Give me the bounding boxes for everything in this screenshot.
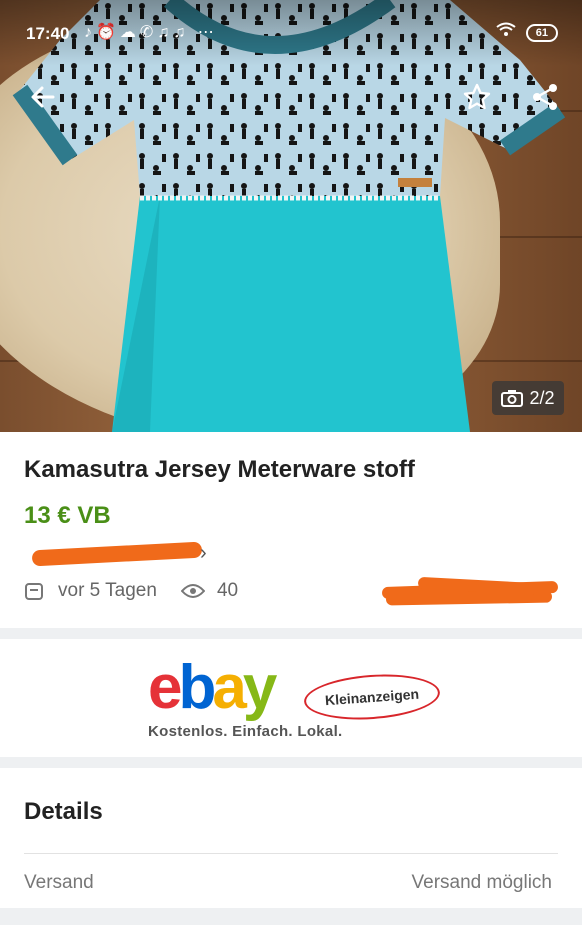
share-button[interactable] [528,80,562,114]
redaction-mark-id [381,576,559,606]
detail-value-shipping: Versand möglich [411,872,552,893]
battery-indicator: 61 [525,23,558,42]
divider [24,853,558,854]
ebay-logo: ebay [148,653,277,722]
notification-icons: ♪⏰☁✆♫♫ ⋯ [84,24,218,41]
wifi-icon [496,22,516,43]
status-time: 17:40 [26,24,70,43]
share-icon [533,84,557,110]
listing-price: 13 € VB [24,502,111,529]
kleinanzeigen-badge: Kleinanzeigen [302,670,442,724]
banner-tagline: Kostenlos. Einfach. Lokal. [148,723,343,740]
details-section: Details Versand Versand möglich [0,768,582,908]
image-counter-text: 2/2 [529,387,555,408]
details-heading: Details [24,798,103,825]
redaction-mark [31,541,203,567]
listing-meta: vor 5 Tagen 40 [24,578,238,604]
listing-title: Kamasutra Jersey Meterware stoff [24,456,415,483]
detail-label-shipping: Versand [24,872,94,893]
ebay-kleinanzeigen-banner[interactable]: ebay Kleinanzeigen Kostenlos. Einfach. L… [0,639,582,757]
favorite-button[interactable] [460,80,494,114]
listing-info-card: Kamasutra Jersey Meterware stoff 13 € VB… [0,432,582,628]
location-link[interactable]: › [26,540,226,567]
status-bar: 17:40 ♪⏰☁✆♫♫ ⋯ 61 [0,0,582,66]
image-counter: 2/2 [492,381,564,415]
arrow-left-icon [31,86,55,108]
view-count: 40 [216,580,239,601]
eye-icon [180,584,205,598]
chevron-right-icon: › [200,542,207,564]
back-button[interactable] [26,80,60,114]
calendar-icon [25,583,43,600]
camera-icon [501,390,524,407]
star-icon [463,83,491,110]
listing-photo[interactable]: 17:40 ♪⏰☁✆♫♫ ⋯ 61 2/2 [0,0,582,432]
posted-date: vor 5 Tagen [58,580,157,601]
